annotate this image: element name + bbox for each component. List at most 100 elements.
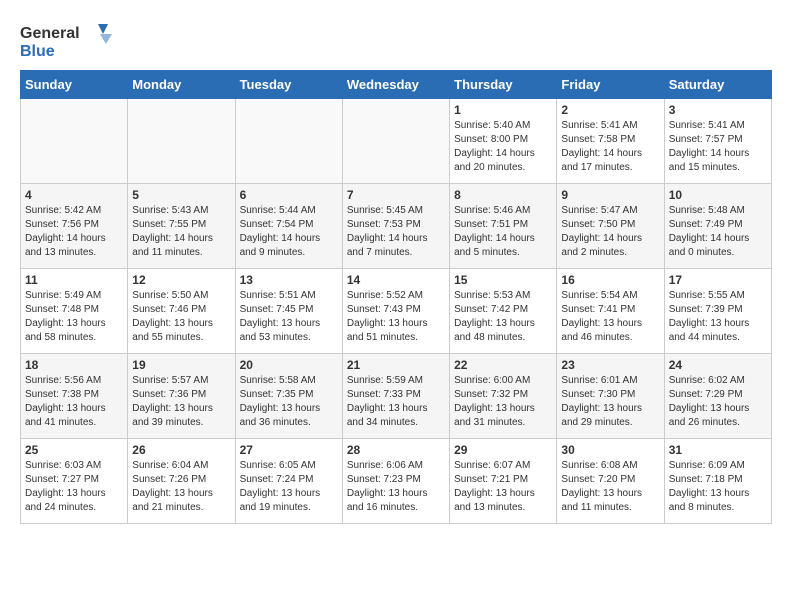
calendar-week-row: 18 Sunrise: 5:56 AMSunset: 7:38 PMDayligh…: [21, 354, 772, 439]
day-info: Sunrise: 5:48 AMSunset: 7:49 PMDaylight:…: [669, 204, 767, 260]
calendar-cell: 11 Sunrise: 5:49 AMSunset: 7:48 PMDayligh…: [21, 269, 128, 354]
day-info: Sunrise: 5:57 AMSunset: 7:36 PMDaylight:…: [132, 374, 230, 430]
svg-text:General: General: [20, 25, 80, 42]
generalblue-logo-icon: GeneralBlue: [20, 20, 120, 60]
calendar-cell: 2 Sunrise: 5:41 AMSunset: 7:58 PMDaylight…: [557, 99, 664, 184]
column-header-friday: Friday: [557, 71, 664, 99]
day-info: Sunrise: 5:58 AMSunset: 7:35 PMDaylight:…: [240, 374, 338, 430]
day-number: 1: [454, 103, 552, 117]
calendar-cell: 15 Sunrise: 5:53 AMSunset: 7:42 PMDayligh…: [450, 269, 557, 354]
calendar-cell: 28 Sunrise: 6:06 AMSunset: 7:23 PMDayligh…: [342, 439, 449, 524]
calendar-cell: 31 Sunrise: 6:09 AMSunset: 7:18 PMDayligh…: [664, 439, 771, 524]
calendar-cell: 30Sunrise: 6:08 AMSunset: 7:20 PMDayligh…: [557, 439, 664, 524]
day-info: Sunrise: 5:53 AMSunset: 7:42 PMDaylight:…: [454, 289, 552, 345]
calendar-cell: 26 Sunrise: 6:04 AMSunset: 7:26 PMDayligh…: [128, 439, 235, 524]
calendar-cell: [235, 99, 342, 184]
day-number: 17: [669, 273, 767, 287]
calendar-cell: 1 Sunrise: 5:40 AMSunset: 8:00 PMDaylight…: [450, 99, 557, 184]
day-number: 13: [240, 273, 338, 287]
calendar-cell: 16Sunrise: 5:54 AMSunset: 7:41 PMDayligh…: [557, 269, 664, 354]
calendar-header-row: SundayMondayTuesdayWednesdayThursdayFrid…: [21, 71, 772, 99]
day-info: Sunrise: 6:01 AMSunset: 7:30 PMDaylight:…: [561, 374, 659, 430]
calendar-cell: 8 Sunrise: 5:46 AMSunset: 7:51 PMDaylight…: [450, 184, 557, 269]
day-info: Sunrise: 5:41 AMSunset: 7:58 PMDaylight:…: [561, 119, 659, 175]
day-number: 18: [25, 358, 123, 372]
calendar-cell: [342, 99, 449, 184]
day-number: 11: [25, 273, 123, 287]
calendar-cell: 6 Sunrise: 5:44 AMSunset: 7:54 PMDaylight…: [235, 184, 342, 269]
calendar-cell: 21 Sunrise: 5:59 AMSunset: 7:33 PMDayligh…: [342, 354, 449, 439]
calendar-cell: 5 Sunrise: 5:43 AMSunset: 7:55 PMDaylight…: [128, 184, 235, 269]
page-header: GeneralBlue: [20, 20, 772, 60]
day-info: Sunrise: 5:46 AMSunset: 7:51 PMDaylight:…: [454, 204, 552, 260]
day-number: 8: [454, 188, 552, 202]
calendar-cell: 24Sunrise: 6:02 AMSunset: 7:29 PMDayligh…: [664, 354, 771, 439]
day-info: Sunrise: 5:47 AMSunset: 7:50 PMDaylight:…: [561, 204, 659, 260]
day-info: Sunrise: 5:52 AMSunset: 7:43 PMDaylight:…: [347, 289, 445, 345]
calendar-week-row: 11 Sunrise: 5:49 AMSunset: 7:48 PMDayligh…: [21, 269, 772, 354]
day-number: 19: [132, 358, 230, 372]
day-number: 2: [561, 103, 659, 117]
calendar-cell: 9Sunrise: 5:47 AMSunset: 7:50 PMDaylight…: [557, 184, 664, 269]
day-number: 27: [240, 443, 338, 457]
calendar-cell: 10Sunrise: 5:48 AMSunset: 7:49 PMDayligh…: [664, 184, 771, 269]
day-number: 25: [25, 443, 123, 457]
calendar-cell: [128, 99, 235, 184]
day-info: Sunrise: 5:54 AMSunset: 7:41 PMDaylight:…: [561, 289, 659, 345]
day-number: 28: [347, 443, 445, 457]
calendar-table: SundayMondayTuesdayWednesdayThursdayFrid…: [20, 70, 772, 524]
day-info: Sunrise: 5:59 AMSunset: 7:33 PMDaylight:…: [347, 374, 445, 430]
day-number: 14: [347, 273, 445, 287]
day-info: Sunrise: 6:06 AMSunset: 7:23 PMDaylight:…: [347, 459, 445, 515]
column-header-sunday: Sunday: [21, 71, 128, 99]
day-number: 12: [132, 273, 230, 287]
svg-text:Blue: Blue: [20, 43, 55, 60]
day-info: Sunrise: 5:56 AMSunset: 7:38 PMDaylight:…: [25, 374, 123, 430]
calendar-cell: 4 Sunrise: 5:42 AMSunset: 7:56 PMDaylight…: [21, 184, 128, 269]
calendar-cell: 3Sunrise: 5:41 AMSunset: 7:57 PMDaylight…: [664, 99, 771, 184]
day-number: 21: [347, 358, 445, 372]
column-header-monday: Monday: [128, 71, 235, 99]
day-info: Sunrise: 5:50 AMSunset: 7:46 PMDaylight:…: [132, 289, 230, 345]
day-info: Sunrise: 5:44 AMSunset: 7:54 PMDaylight:…: [240, 204, 338, 260]
calendar-cell: [21, 99, 128, 184]
calendar-cell: 14 Sunrise: 5:52 AMSunset: 7:43 PMDayligh…: [342, 269, 449, 354]
day-number: 6: [240, 188, 338, 202]
day-info: Sunrise: 5:55 AMSunset: 7:39 PMDaylight:…: [669, 289, 767, 345]
day-info: Sunrise: 5:51 AMSunset: 7:45 PMDaylight:…: [240, 289, 338, 345]
day-info: Sunrise: 5:40 AMSunset: 8:00 PMDaylight:…: [454, 119, 552, 175]
day-info: Sunrise: 6:04 AMSunset: 7:26 PMDaylight:…: [132, 459, 230, 515]
day-info: Sunrise: 5:43 AMSunset: 7:55 PMDaylight:…: [132, 204, 230, 260]
calendar-week-row: 1 Sunrise: 5:40 AMSunset: 8:00 PMDaylight…: [21, 99, 772, 184]
calendar-cell: 7Sunrise: 5:45 AMSunset: 7:53 PMDaylight…: [342, 184, 449, 269]
calendar-body: 1 Sunrise: 5:40 AMSunset: 8:00 PMDaylight…: [21, 99, 772, 524]
day-number: 20: [240, 358, 338, 372]
calendar-week-row: 25Sunrise: 6:03 AMSunset: 7:27 PMDayligh…: [21, 439, 772, 524]
calendar-cell: 19 Sunrise: 5:57 AMSunset: 7:36 PMDayligh…: [128, 354, 235, 439]
calendar-cell: 17 Sunrise: 5:55 AMSunset: 7:39 PMDayligh…: [664, 269, 771, 354]
day-number: 30: [561, 443, 659, 457]
day-info: Sunrise: 5:49 AMSunset: 7:48 PMDaylight:…: [25, 289, 123, 345]
calendar-cell: 12 Sunrise: 5:50 AMSunset: 7:46 PMDayligh…: [128, 269, 235, 354]
day-info: Sunrise: 5:42 AMSunset: 7:56 PMDaylight:…: [25, 204, 123, 260]
day-info: Sunrise: 5:41 AMSunset: 7:57 PMDaylight:…: [669, 119, 767, 175]
calendar-week-row: 4 Sunrise: 5:42 AMSunset: 7:56 PMDaylight…: [21, 184, 772, 269]
day-number: 5: [132, 188, 230, 202]
day-info: Sunrise: 5:45 AMSunset: 7:53 PMDaylight:…: [347, 204, 445, 260]
day-number: 31: [669, 443, 767, 457]
calendar-cell: 25Sunrise: 6:03 AMSunset: 7:27 PMDayligh…: [21, 439, 128, 524]
day-number: 15: [454, 273, 552, 287]
day-info: Sunrise: 6:09 AMSunset: 7:18 PMDaylight:…: [669, 459, 767, 515]
day-info: Sunrise: 6:00 AMSunset: 7:32 PMDaylight:…: [454, 374, 552, 430]
day-info: Sunrise: 6:05 AMSunset: 7:24 PMDaylight:…: [240, 459, 338, 515]
calendar-cell: 29Sunrise: 6:07 AMSunset: 7:21 PMDayligh…: [450, 439, 557, 524]
day-number: 24: [669, 358, 767, 372]
calendar-cell: 23Sunrise: 6:01 AMSunset: 7:30 PMDayligh…: [557, 354, 664, 439]
calendar-cell: 27 Sunrise: 6:05 AMSunset: 7:24 PMDayligh…: [235, 439, 342, 524]
column-header-tuesday: Tuesday: [235, 71, 342, 99]
day-number: 4: [25, 188, 123, 202]
day-number: 26: [132, 443, 230, 457]
day-number: 22: [454, 358, 552, 372]
day-number: 29: [454, 443, 552, 457]
calendar-cell: 22 Sunrise: 6:00 AMSunset: 7:32 PMDayligh…: [450, 354, 557, 439]
